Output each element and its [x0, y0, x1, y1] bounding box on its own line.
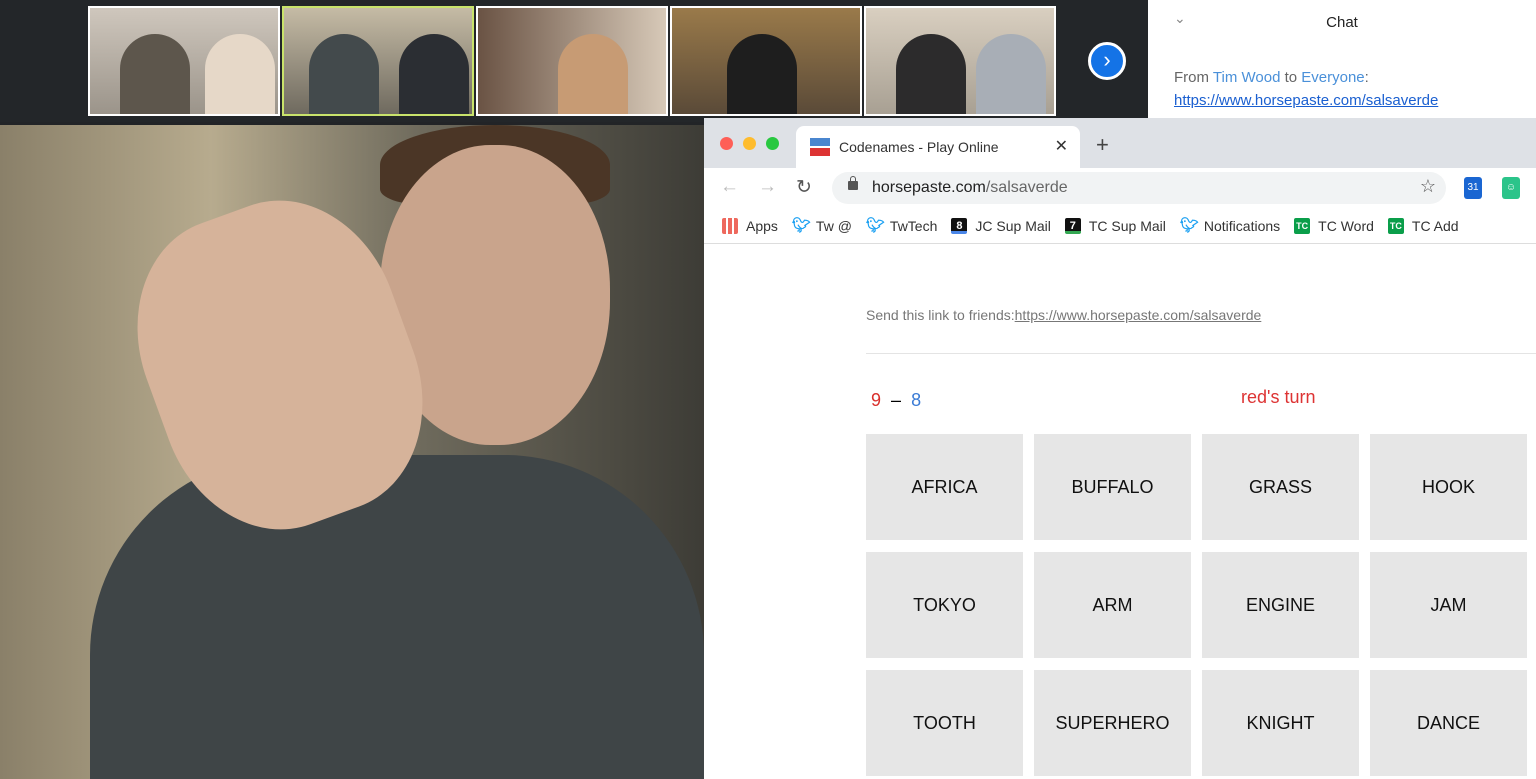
bookmark-twtech[interactable]: 🐦︎ TwTech	[865, 216, 938, 234]
back-icon[interactable]: ←	[720, 176, 739, 198]
bookmarks-bar: Apps 🐦︎ Tw @ 🐦︎ TwTech 8 JC Sup Mail 7 TC Su…	[704, 208, 1536, 244]
chat-colon: :	[1364, 69, 1369, 86]
chat-to: to	[1280, 69, 1302, 86]
reload-icon[interactable]: ↻	[796, 176, 812, 199]
bookmark-tc-word[interactable]: TC TC Word	[1294, 217, 1374, 234]
active-speaker-video	[0, 125, 704, 779]
twitter-icon: 🐦︎	[1179, 216, 1199, 234]
codenames-favicon	[810, 138, 830, 156]
word-card[interactable]: HOOK	[1370, 434, 1527, 540]
card-grid: AFRICA BUFFALO GRASS HOOK TOKYO ARM ENGINE JAM T…	[866, 434, 1527, 776]
browser-window: Codenames - Play Online ✕ + ← → ↻ horsep…	[704, 118, 1536, 779]
word-card[interactable]: AFRICA	[866, 434, 1023, 540]
tab-codenames[interactable]: Codenames - Play Online ✕	[796, 126, 1080, 168]
bookmark-label: Tw @	[815, 217, 852, 234]
bookmark-label: Apps	[746, 217, 778, 234]
extension-icon[interactable]: ☺	[1502, 177, 1520, 199]
bookmark-apps[interactable]: Apps	[722, 217, 778, 234]
chat-title: Chat	[1326, 14, 1358, 31]
url-path: /salsaverde	[985, 179, 1068, 196]
bookmark-label: Notifications	[1203, 217, 1281, 234]
word-card[interactable]: ENGINE	[1202, 552, 1359, 658]
chat-from: From	[1174, 69, 1213, 86]
address-bar[interactable]: horsepaste.com/salsaverde ☆	[832, 172, 1446, 204]
tab-title: Codenames - Play Online	[839, 139, 999, 155]
word-card[interactable]: JAM	[1370, 552, 1527, 658]
share-link[interactable]: https://www.horsepaste.com/salsaverde	[1015, 307, 1262, 323]
bookmark-jc-sup-mail[interactable]: 8 JC Sup Mail	[951, 217, 1051, 234]
close-window-button[interactable]	[720, 137, 733, 150]
techcrunch-icon: TC	[1294, 217, 1311, 234]
mail-8-icon: 8	[951, 217, 968, 234]
new-tab-button[interactable]: +	[1096, 132, 1109, 158]
bookmark-label: TC Sup Mail	[1088, 217, 1166, 234]
score-dash: –	[891, 390, 902, 410]
word-card[interactable]: DANCE	[1370, 670, 1527, 776]
codenames-page: Send this link to friends:https://www.ho…	[704, 245, 1536, 779]
red-score: 9	[871, 390, 882, 410]
share-link-text: Send this link to friends:https://www.ho…	[866, 307, 1261, 323]
chat-link[interactable]: https://www.horsepaste.com/salsaverde	[1174, 92, 1438, 109]
techcrunch-icon: TC	[1387, 217, 1404, 234]
calendar-extension-icon[interactable]: 31	[1464, 177, 1482, 199]
maximize-window-button[interactable]	[766, 137, 779, 150]
participant-thumbnail[interactable]	[864, 6, 1056, 116]
word-card[interactable]: GRASS	[1202, 434, 1359, 540]
bookmark-tc-sup-mail[interactable]: 7 TC Sup Mail	[1064, 217, 1166, 234]
word-card[interactable]: TOOTH	[866, 670, 1023, 776]
bookmark-tw[interactable]: 🐦︎ Tw @	[791, 216, 852, 234]
word-card[interactable]: KNIGHT	[1202, 670, 1359, 776]
blue-score: 8	[911, 390, 922, 410]
twitter-icon: 🐦︎	[791, 216, 811, 234]
url-host: horsepaste.com	[872, 179, 986, 196]
word-card[interactable]: BUFFALO	[1034, 434, 1191, 540]
participant-thumbnail[interactable]	[476, 6, 668, 116]
apps-grid-icon	[722, 217, 738, 234]
twitter-icon: 🐦︎	[865, 216, 885, 234]
chat-recipient: Everyone	[1301, 69, 1365, 86]
bookmark-label: TC Word	[1318, 217, 1374, 234]
bookmark-label: JC Sup Mail	[975, 217, 1051, 234]
bookmark-label: TwTech	[889, 217, 938, 234]
participant-thumbnail[interactable]	[88, 6, 280, 116]
turn-indicator: red's turn	[1241, 387, 1316, 407]
word-card[interactable]: SUPERHERO	[1034, 670, 1191, 776]
share-label: Send this link to friends:	[866, 307, 1015, 323]
bookmark-notifications[interactable]: 🐦︎ Notifications	[1179, 216, 1281, 234]
divider	[866, 353, 1536, 354]
chat-sender: Tim Wood	[1212, 69, 1281, 86]
chevron-right-icon[interactable]: ›	[1088, 42, 1126, 80]
lock-icon	[848, 176, 858, 190]
word-card[interactable]: TOKYO	[866, 552, 1023, 658]
close-tab-icon[interactable]: ✕	[1055, 136, 1068, 156]
chat-message: From Tim Wood to Everyone: https://www.h…	[1174, 66, 1438, 112]
mail-7-icon: 7	[1064, 217, 1081, 234]
forward-icon[interactable]: →	[758, 176, 777, 198]
bookmark-label: TC Add	[1411, 217, 1459, 234]
bookmark-star-icon[interactable]: ☆	[1420, 176, 1436, 197]
video-thumbnail-strip: ›	[0, 0, 1148, 122]
participant-thumbnail[interactable]	[670, 6, 862, 116]
chat-panel: ⌄ Chat From Tim Wood to Everyone: https:…	[1148, 0, 1536, 118]
minimize-window-button[interactable]	[743, 137, 756, 150]
participant-thumbnail[interactable]	[282, 6, 474, 116]
word-card[interactable]: ARM	[1034, 552, 1191, 658]
bookmark-tc-add[interactable]: TC TC Add	[1387, 217, 1459, 234]
score: 9 – 8	[871, 390, 921, 411]
